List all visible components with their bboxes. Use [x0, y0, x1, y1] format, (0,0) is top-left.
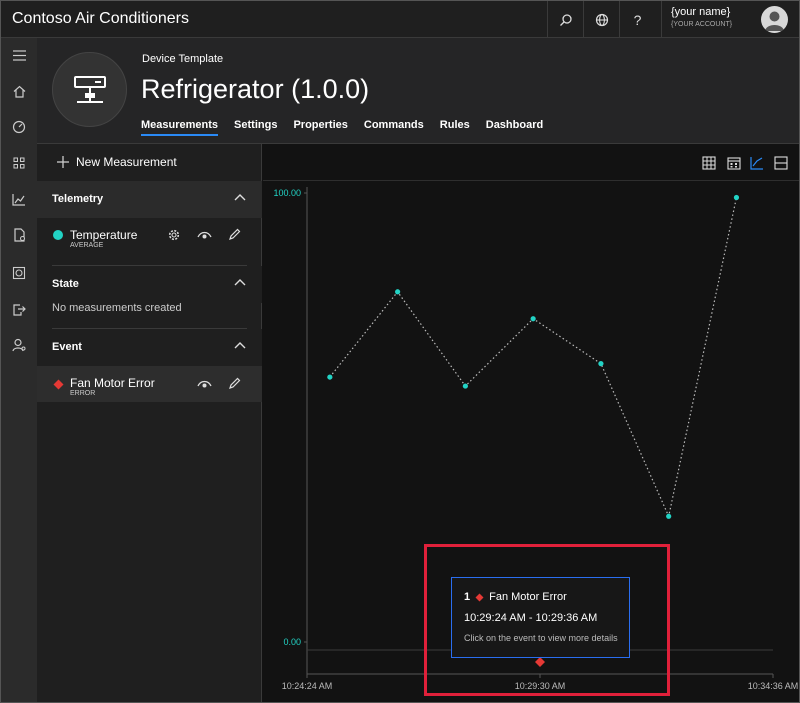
y-tick-label: 100.00: [273, 188, 301, 198]
series-line-temperature: [329, 197, 738, 519]
data-point[interactable]: [666, 513, 672, 519]
data-point[interactable]: [598, 361, 604, 367]
app-window: Contoso Air Conditioners ? {your name} {…: [0, 0, 800, 703]
data-point[interactable]: [327, 374, 333, 380]
chart-series: [327, 194, 740, 519]
data-point[interactable]: [462, 383, 468, 389]
data-point[interactable]: [733, 194, 740, 201]
x-tick-label: 10:24:24 AM: [282, 681, 333, 691]
telemetry-line-chart[interactable]: 100.000.0010:24:24 AM 10:29:30 AM 10:34:36…: [1, 1, 800, 703]
y-tick-label: 0.00: [283, 637, 301, 647]
data-point[interactable]: [395, 289, 401, 295]
x-tick-label: 10:34:36 AM: [748, 681, 799, 691]
annotation-highlight-box: [424, 544, 670, 696]
data-point[interactable]: [530, 316, 536, 322]
